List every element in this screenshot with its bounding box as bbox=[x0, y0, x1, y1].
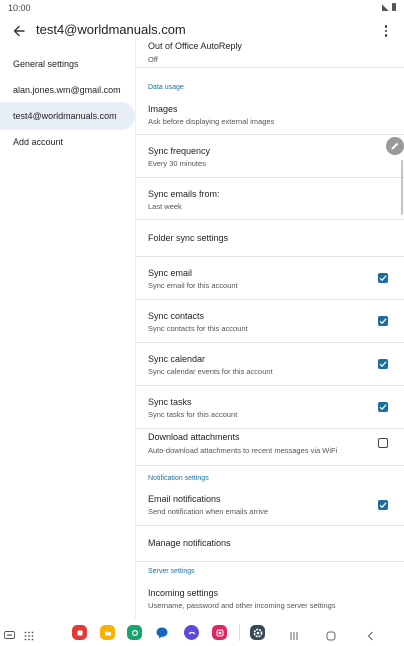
setting-title: Sync emails from: bbox=[148, 189, 220, 199]
setting-subtitle: Every 30 minutes bbox=[148, 159, 206, 168]
setting-title: Out of Office AutoReply bbox=[148, 41, 242, 51]
arrow-back-icon bbox=[13, 25, 25, 37]
setting-sync-emails-from[interactable]: Sync emails from: Last week bbox=[136, 178, 404, 220]
setting-title: Images bbox=[148, 104, 178, 114]
setting-title: Sync tasks bbox=[148, 397, 192, 407]
setting-email-notifications[interactable]: Email notifications Send notification wh… bbox=[136, 485, 404, 526]
check-icon bbox=[379, 404, 387, 411]
setting-images[interactable]: Images Ask before displaying external im… bbox=[136, 94, 404, 135]
setting-manage-notifications[interactable]: Manage notifications bbox=[136, 526, 404, 562]
setting-title: Sync contacts bbox=[148, 311, 205, 321]
section-data-usage: Data usage bbox=[148, 84, 184, 91]
sidebar-item-test4[interactable]: test4@worldmanuals.com bbox=[0, 102, 135, 130]
setting-title: Manage notifications bbox=[148, 538, 231, 548]
setting-subtitle: Ask before displaying external images bbox=[148, 117, 275, 126]
app-purple-icon[interactable] bbox=[184, 625, 199, 640]
setting-incoming-settings[interactable]: Incoming settings Username, password and… bbox=[136, 578, 404, 620]
more-vert-icon bbox=[384, 25, 388, 28]
page-title: test4@worldmanuals.com bbox=[36, 22, 186, 37]
app-yellow-icon[interactable] bbox=[100, 625, 115, 640]
setting-title: Email notifications bbox=[148, 494, 221, 504]
setting-subtitle: Sync tasks for this account bbox=[148, 410, 238, 419]
check-icon bbox=[379, 318, 387, 325]
setting-sync-tasks[interactable]: Sync tasks Sync tasks for this account bbox=[136, 386, 404, 429]
sidebar-item-alan-jones[interactable]: alan.jones.wm@gmail.com bbox=[0, 76, 135, 104]
setting-title: Folder sync settings bbox=[148, 233, 229, 243]
signal-icon bbox=[382, 3, 389, 11]
setting-subtitle: Sync calendar events for this account bbox=[148, 367, 273, 376]
back-button[interactable] bbox=[8, 20, 30, 42]
setting-subtitle: Last week bbox=[148, 202, 182, 211]
setting-subtitle: Send notification when emails arrive bbox=[148, 507, 269, 516]
check-icon bbox=[379, 502, 387, 509]
setting-title: Sync calendar bbox=[148, 354, 206, 364]
setting-subtitle: Sync contacts for this account bbox=[148, 324, 248, 333]
setting-subtitle: Sync email for this account bbox=[148, 281, 238, 290]
apps-grid-icon[interactable] bbox=[24, 628, 34, 646]
sidebar-item-general-settings[interactable]: General settings bbox=[0, 50, 135, 78]
dock-divider bbox=[239, 624, 240, 641]
download-attachments-checkbox[interactable] bbox=[378, 438, 388, 448]
setting-sync-email[interactable]: Sync email Sync email for this account bbox=[136, 257, 404, 300]
settings-icon[interactable] bbox=[250, 625, 265, 640]
battery-icon bbox=[392, 3, 396, 11]
status-icons bbox=[382, 3, 396, 11]
setting-sync-calendar[interactable]: Sync calendar Sync calendar events for t… bbox=[136, 343, 404, 386]
status-time: 10:00 bbox=[8, 3, 31, 13]
recents-icon[interactable] bbox=[289, 628, 299, 646]
account-sidebar: General settings alan.jones.wm@gmail.com… bbox=[0, 46, 135, 620]
app-red-icon[interactable] bbox=[72, 625, 87, 640]
sync-tasks-checkbox[interactable] bbox=[378, 402, 388, 412]
sidebar-item-add-account[interactable]: Add account bbox=[0, 128, 135, 156]
settings-list: Out of Office AutoReply Off Data usage I… bbox=[135, 38, 404, 620]
check-icon bbox=[379, 361, 387, 368]
setting-subtitle: Username, password and other incoming se… bbox=[148, 601, 336, 610]
setting-sync-contacts[interactable]: Sync contacts Sync contacts for this acc… bbox=[136, 300, 404, 343]
pencil-icon bbox=[391, 142, 399, 150]
app-green-icon[interactable] bbox=[127, 625, 142, 640]
section-notification-settings: Notification settings bbox=[148, 475, 209, 482]
scrollbar[interactable] bbox=[401, 160, 403, 215]
setting-sync-frequency[interactable]: Sync frequency Every 30 minutes bbox=[136, 135, 404, 178]
navigation-bar bbox=[0, 620, 404, 646]
setting-title: Incoming settings bbox=[148, 588, 219, 598]
status-bar: 10:00 bbox=[0, 0, 404, 16]
sync-contacts-checkbox[interactable] bbox=[378, 316, 388, 326]
section-server-settings: Server settings bbox=[148, 568, 195, 575]
setting-title: Sync email bbox=[148, 268, 193, 278]
setting-subtitle: Off bbox=[148, 55, 158, 64]
home-icon[interactable] bbox=[326, 628, 336, 646]
chat-icon[interactable] bbox=[155, 626, 169, 645]
nav-back-icon[interactable] bbox=[366, 628, 376, 646]
app-pink-icon[interactable] bbox=[212, 625, 227, 640]
edit-button[interactable] bbox=[386, 137, 404, 155]
setting-folder-sync[interactable]: Folder sync settings bbox=[136, 220, 404, 257]
setting-out-of-office[interactable]: Out of Office AutoReply Off bbox=[136, 38, 404, 68]
setting-title: Download attachments bbox=[148, 432, 240, 442]
sync-email-checkbox[interactable] bbox=[378, 273, 388, 283]
keyboard-icon[interactable] bbox=[4, 628, 15, 646]
check-icon bbox=[379, 275, 387, 282]
setting-title: Sync frequency bbox=[148, 146, 211, 156]
sync-calendar-checkbox[interactable] bbox=[378, 359, 388, 369]
setting-subtitle: Auto-download attachments to recent mess… bbox=[148, 446, 338, 455]
email-notifications-checkbox[interactable] bbox=[378, 500, 388, 510]
setting-download-attachments[interactable]: Download attachments Auto-download attac… bbox=[136, 429, 404, 466]
